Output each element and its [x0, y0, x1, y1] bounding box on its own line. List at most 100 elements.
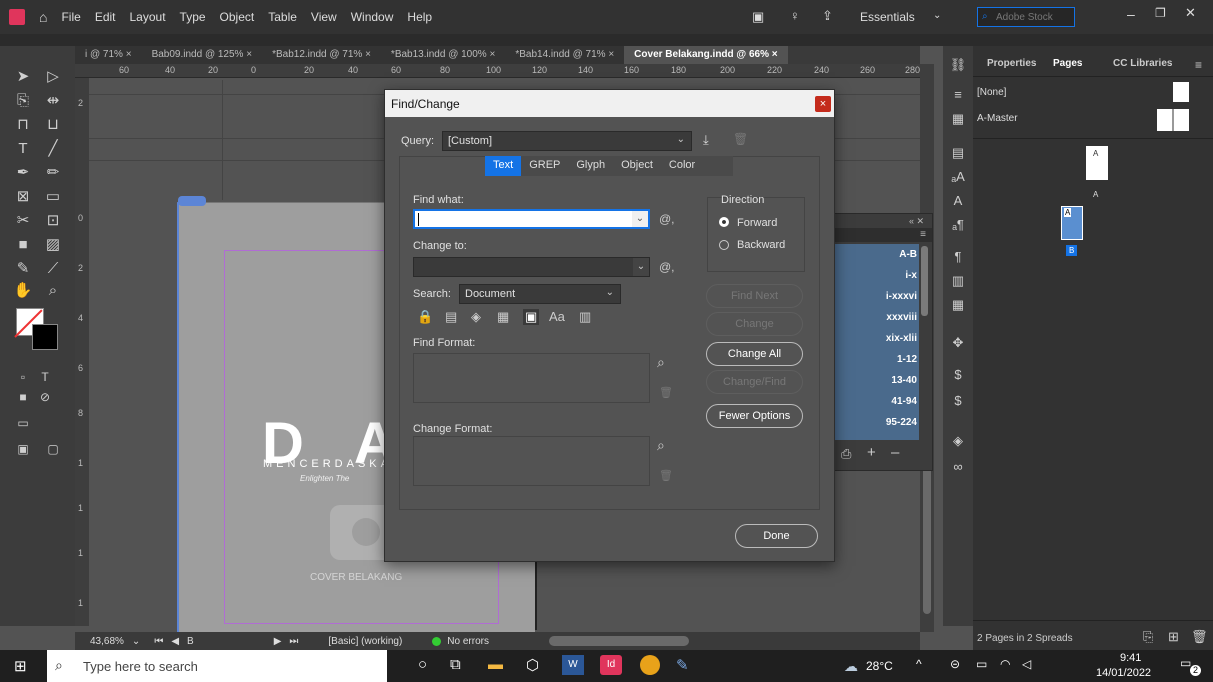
preflight-errors[interactable]: No errors — [447, 636, 489, 647]
battery-icon[interactable]: ▭ — [976, 657, 987, 671]
panel-menu-icon[interactable]: ≡ — [1195, 58, 1202, 72]
page-tool-icon[interactable]: ⎘ — [8, 90, 38, 112]
change-to-input[interactable]: ⌄ — [413, 257, 650, 277]
zoom-tool-icon[interactable]: ⌕ — [38, 280, 68, 302]
cortana-icon[interactable]: ○ — [418, 656, 427, 673]
restore-icon[interactable]: ❐ — [1155, 6, 1166, 20]
wifi-icon[interactable]: ◠ — [1000, 657, 1010, 671]
tab-doc-3[interactable]: *Bab12.indd @ 71% × — [262, 46, 381, 64]
include-locked-layers-icon[interactable]: 🔒 — [417, 309, 433, 325]
direct-selection-tool-icon[interactable]: ▷ — [38, 66, 68, 88]
add-icon[interactable]: + — [867, 444, 876, 461]
panel-menu-icon[interactable]: ≡ — [920, 229, 926, 240]
paragraph-styles-icon[interactable]: ₐ¶ — [943, 214, 973, 236]
remove-icon[interactable]: – — [891, 444, 899, 461]
list-item[interactable]: A-B — [899, 249, 917, 260]
share-icon[interactable]: ⇪ — [822, 8, 833, 24]
edit-page-size-icon[interactable]: ⎘ — [1143, 629, 1153, 645]
find-what-input[interactable]: ⌄ — [413, 209, 650, 229]
special-char-change-icon[interactable]: @, — [659, 260, 675, 274]
tab-pages[interactable]: Pages — [1053, 58, 1082, 69]
case-sensitive-icon[interactable]: Aa — [549, 309, 565, 324]
chevron-down-icon[interactable]: ⌄ — [933, 10, 941, 21]
list-item[interactable]: 95-224 — [886, 417, 917, 428]
tab-cc-libraries[interactable]: CC Libraries — [1113, 58, 1172, 69]
save-query-icon[interactable]: ⤓ — [703, 132, 709, 148]
free-transform-tool-icon[interactable]: ⊡ — [38, 210, 68, 232]
list-item[interactable]: xxxviii — [886, 312, 917, 323]
character-panel-icon[interactable]: A — [943, 190, 973, 212]
type-tool-icon[interactable]: T — [8, 138, 38, 160]
first-page-icon[interactable]: ⏮ — [154, 636, 163, 647]
stock-search-input[interactable]: ⌕ Adobe Stock — [977, 7, 1075, 27]
search-scope-select[interactable]: Document ⌄ — [459, 284, 621, 304]
content-collector-icon[interactable]: ⊓ — [8, 114, 38, 136]
scrollbar[interactable] — [921, 246, 928, 316]
gap-tool-icon[interactable]: ⇹ — [38, 90, 68, 112]
table-panel-icon[interactable]: ▥ — [943, 270, 973, 292]
tab-object[interactable]: Object — [613, 156, 661, 176]
tab-text[interactable]: Text — [485, 156, 522, 176]
tab-doc-2[interactable]: Bab09.indd @ 125% × — [141, 46, 263, 64]
tab-doc-1[interactable]: i @ 71% × — [75, 46, 142, 64]
home-icon[interactable]: ⌂ — [39, 9, 47, 25]
word-icon[interactable]: W — [562, 655, 584, 675]
close-icon[interactable]: ✕ — [1185, 5, 1196, 21]
none-master-thumbnail[interactable] — [1173, 82, 1189, 102]
hyperlinks-icon[interactable]: ∞ — [943, 456, 973, 478]
screen-normal-icon[interactable]: ▣ — [8, 438, 38, 460]
clear-find-format-icon[interactable]: 🗑 — [659, 386, 673, 399]
specify-change-format-icon[interactable]: ⌕ — [657, 437, 665, 454]
done-button[interactable]: Done — [735, 524, 818, 548]
volume-icon[interactable]: ◁ — [1022, 657, 1031, 671]
lightbulb-icon[interactable]: ♀ — [790, 8, 800, 23]
change-all-button[interactable]: Change All — [706, 342, 803, 366]
tab-properties[interactable]: Properties — [987, 58, 1036, 69]
selection-tool-icon[interactable]: ➤ — [8, 66, 38, 88]
rectangle-tool-icon[interactable]: ▭ — [38, 186, 68, 208]
include-master-pages-icon[interactable]: ▦ — [497, 309, 509, 325]
change-button[interactable]: Change — [706, 312, 803, 336]
screen-mode-icon[interactable]: ▣ — [752, 9, 764, 25]
menu-edit[interactable]: Edit — [95, 10, 116, 24]
chevron-down-icon[interactable]: ⌄ — [633, 258, 649, 276]
screen-preview-icon[interactable]: ▢ — [38, 438, 68, 460]
menu-file[interactable]: File — [61, 10, 80, 24]
menu-layout[interactable]: Layout — [130, 10, 166, 24]
change-find-button[interactable]: Change/Find — [706, 370, 803, 394]
page-number[interactable]: B — [187, 636, 194, 647]
next-page-icon[interactable]: ▶ — [274, 636, 282, 647]
taskbar-search-input[interactable]: ⌕ Type here to search — [47, 650, 387, 682]
menu-table[interactable]: Table — [268, 10, 297, 24]
links-icon[interactable]: ⛓ — [943, 54, 973, 76]
apply-none-icon[interactable]: ⊘ — [30, 386, 60, 408]
workspace-switcher[interactable]: Essentials — [860, 10, 915, 24]
cover-tagline-text[interactable]: Enlighten The — [300, 474, 349, 483]
gradient-swatch-tool-icon[interactable]: ■ — [8, 234, 38, 256]
clear-change-format-icon[interactable]: 🗑 — [659, 469, 673, 482]
tab-grep[interactable]: GREP — [521, 156, 568, 176]
paint-icon[interactable]: ✎ — [676, 656, 689, 674]
include-footnotes-icon[interactable]: ▣ — [523, 309, 540, 325]
stroke-panel-icon[interactable]: ▤ — [943, 142, 973, 164]
zoom-level[interactable]: 43,68% — [90, 636, 124, 647]
close-icon[interactable]: « ✕ — [909, 216, 924, 227]
network-icon[interactable]: ⊝ — [950, 657, 960, 671]
paragraph-panel-icon[interactable]: ¶ — [943, 246, 973, 268]
formatting-text-icon[interactable]: T — [30, 366, 60, 388]
list-item[interactable]: 41-94 — [891, 396, 917, 407]
forward-radio[interactable] — [719, 217, 729, 227]
eyedropper-tool-icon[interactable]: ⟋ — [38, 258, 68, 280]
file-explorer-icon[interactable]: ▬ — [488, 656, 503, 673]
scissors-tool-icon[interactable]: ✂ — [8, 210, 38, 232]
a-master-thumbnail[interactable] — [1157, 109, 1189, 131]
change-format-box[interactable] — [413, 436, 650, 486]
backward-radio[interactable] — [719, 240, 729, 250]
layers-icon[interactable]: ▦ — [943, 108, 973, 130]
table-styles-icon[interactable]: ▦ — [943, 294, 973, 316]
find-format-box[interactable] — [413, 353, 650, 403]
whole-word-icon[interactable]: ▥ — [579, 309, 591, 325]
cc-libraries-icon[interactable]: ◈ — [943, 430, 973, 452]
chrome-icon[interactable] — [640, 655, 660, 675]
indesign-taskbar-icon[interactable]: Id — [600, 655, 622, 675]
